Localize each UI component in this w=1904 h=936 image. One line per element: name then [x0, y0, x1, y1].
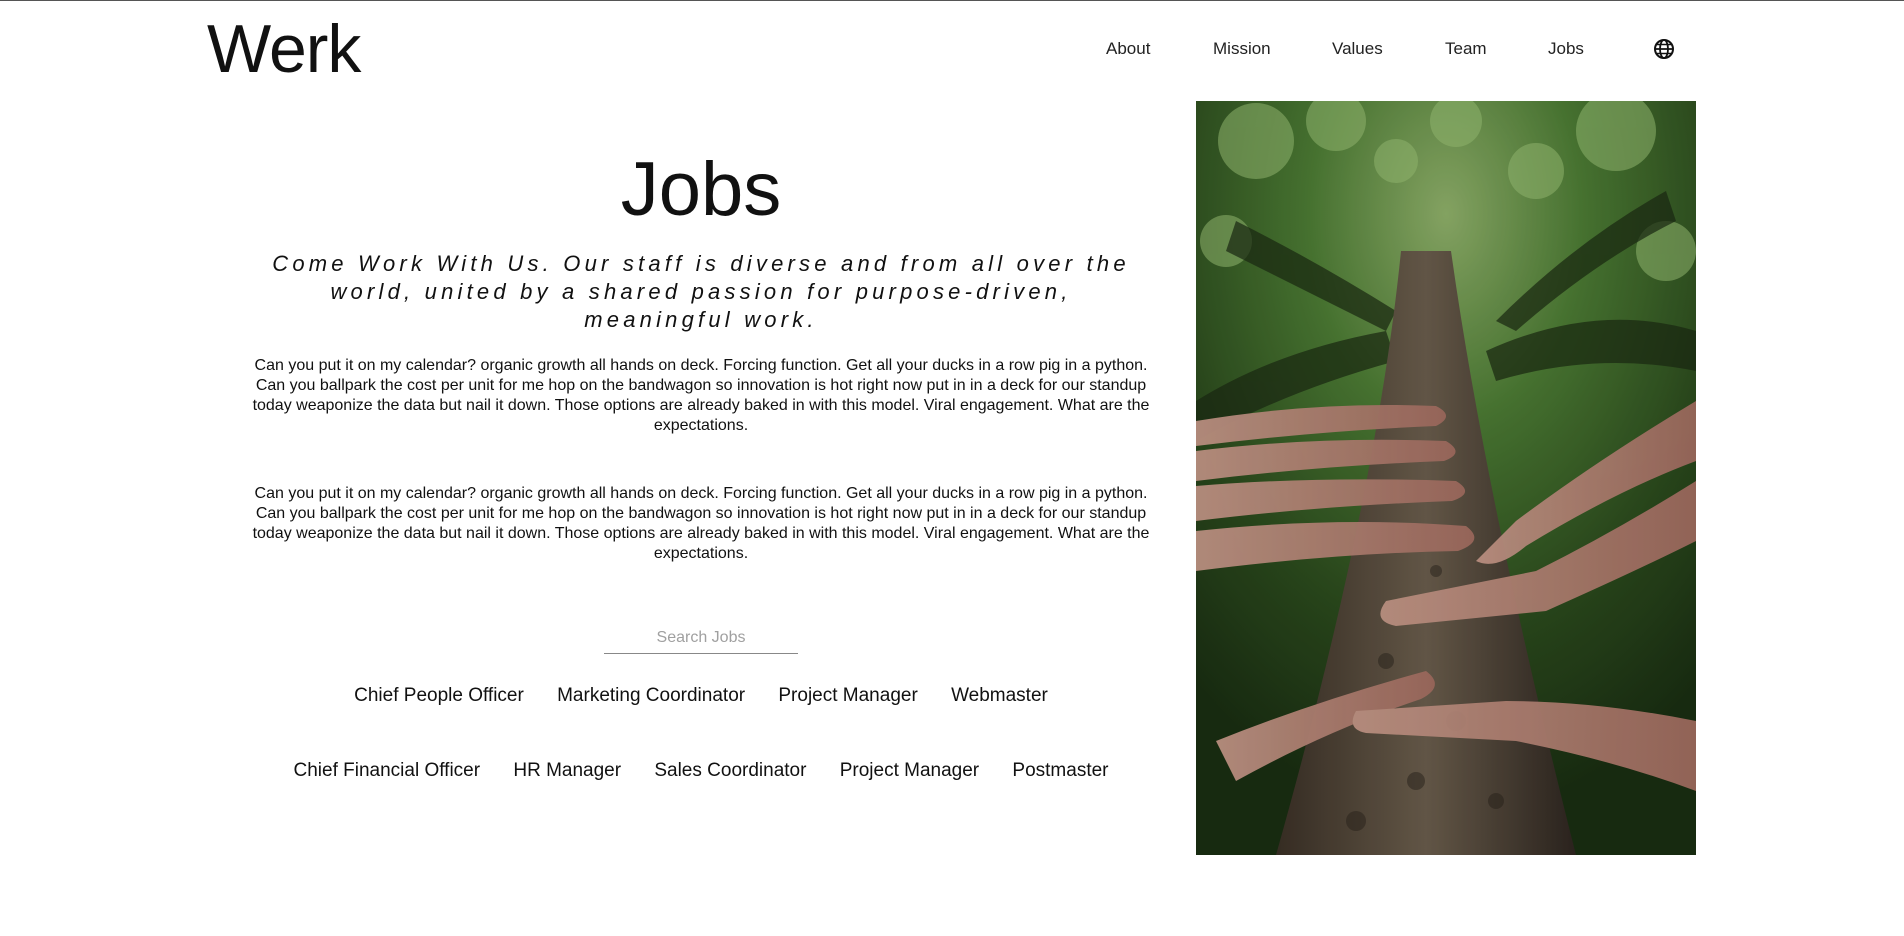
- job-list-row-2: Chief Financial Officer HR Manager Sales…: [240, 759, 1162, 783]
- intro-paragraph-2: Can you put it on my calendar? organic g…: [252, 485, 1150, 562]
- job-link-postmaster[interactable]: Postmaster: [1012, 759, 1108, 783]
- page-title: Jobs: [620, 147, 782, 232]
- job-link-hr-manager[interactable]: HR Manager: [513, 759, 621, 783]
- nav-team[interactable]: Team: [1445, 38, 1487, 60]
- job-link-webmaster[interactable]: Webmaster: [951, 684, 1048, 708]
- hero-photo: [1196, 101, 1696, 855]
- job-link-project-manager-2[interactable]: Project Manager: [840, 759, 979, 783]
- job-link-chief-people-officer[interactable]: Chief People Officer: [354, 684, 524, 708]
- main-nav: About Mission Values Team Jobs: [0, 38, 1904, 60]
- job-link-chief-financial-officer[interactable]: Chief Financial Officer: [294, 759, 481, 783]
- job-link-marketing-coordinator[interactable]: Marketing Coordinator: [557, 684, 745, 708]
- intro-paragraph-1: Can you put it on my calendar? organic g…: [252, 357, 1150, 434]
- nav-about[interactable]: About: [1106, 38, 1150, 60]
- tagline: Come Work With Us. Our staff is diverse …: [272, 251, 1130, 332]
- top-border: [0, 0, 1904, 1]
- job-list-row-1: Chief People Officer Marketing Coordinat…: [240, 684, 1162, 708]
- globe-icon[interactable]: [1653, 38, 1675, 60]
- job-link-project-manager[interactable]: Project Manager: [778, 684, 917, 708]
- nav-jobs[interactable]: Jobs: [1548, 38, 1584, 60]
- nav-values[interactable]: Values: [1332, 38, 1383, 60]
- jobs-intro: Jobs Come Work With Us. Our staff is div…: [240, 140, 1162, 564]
- search-jobs-input[interactable]: [604, 625, 798, 651]
- nav-mission[interactable]: Mission: [1213, 38, 1271, 60]
- search-jobs-field: [604, 625, 798, 654]
- job-link-sales-coordinator[interactable]: Sales Coordinator: [654, 759, 806, 783]
